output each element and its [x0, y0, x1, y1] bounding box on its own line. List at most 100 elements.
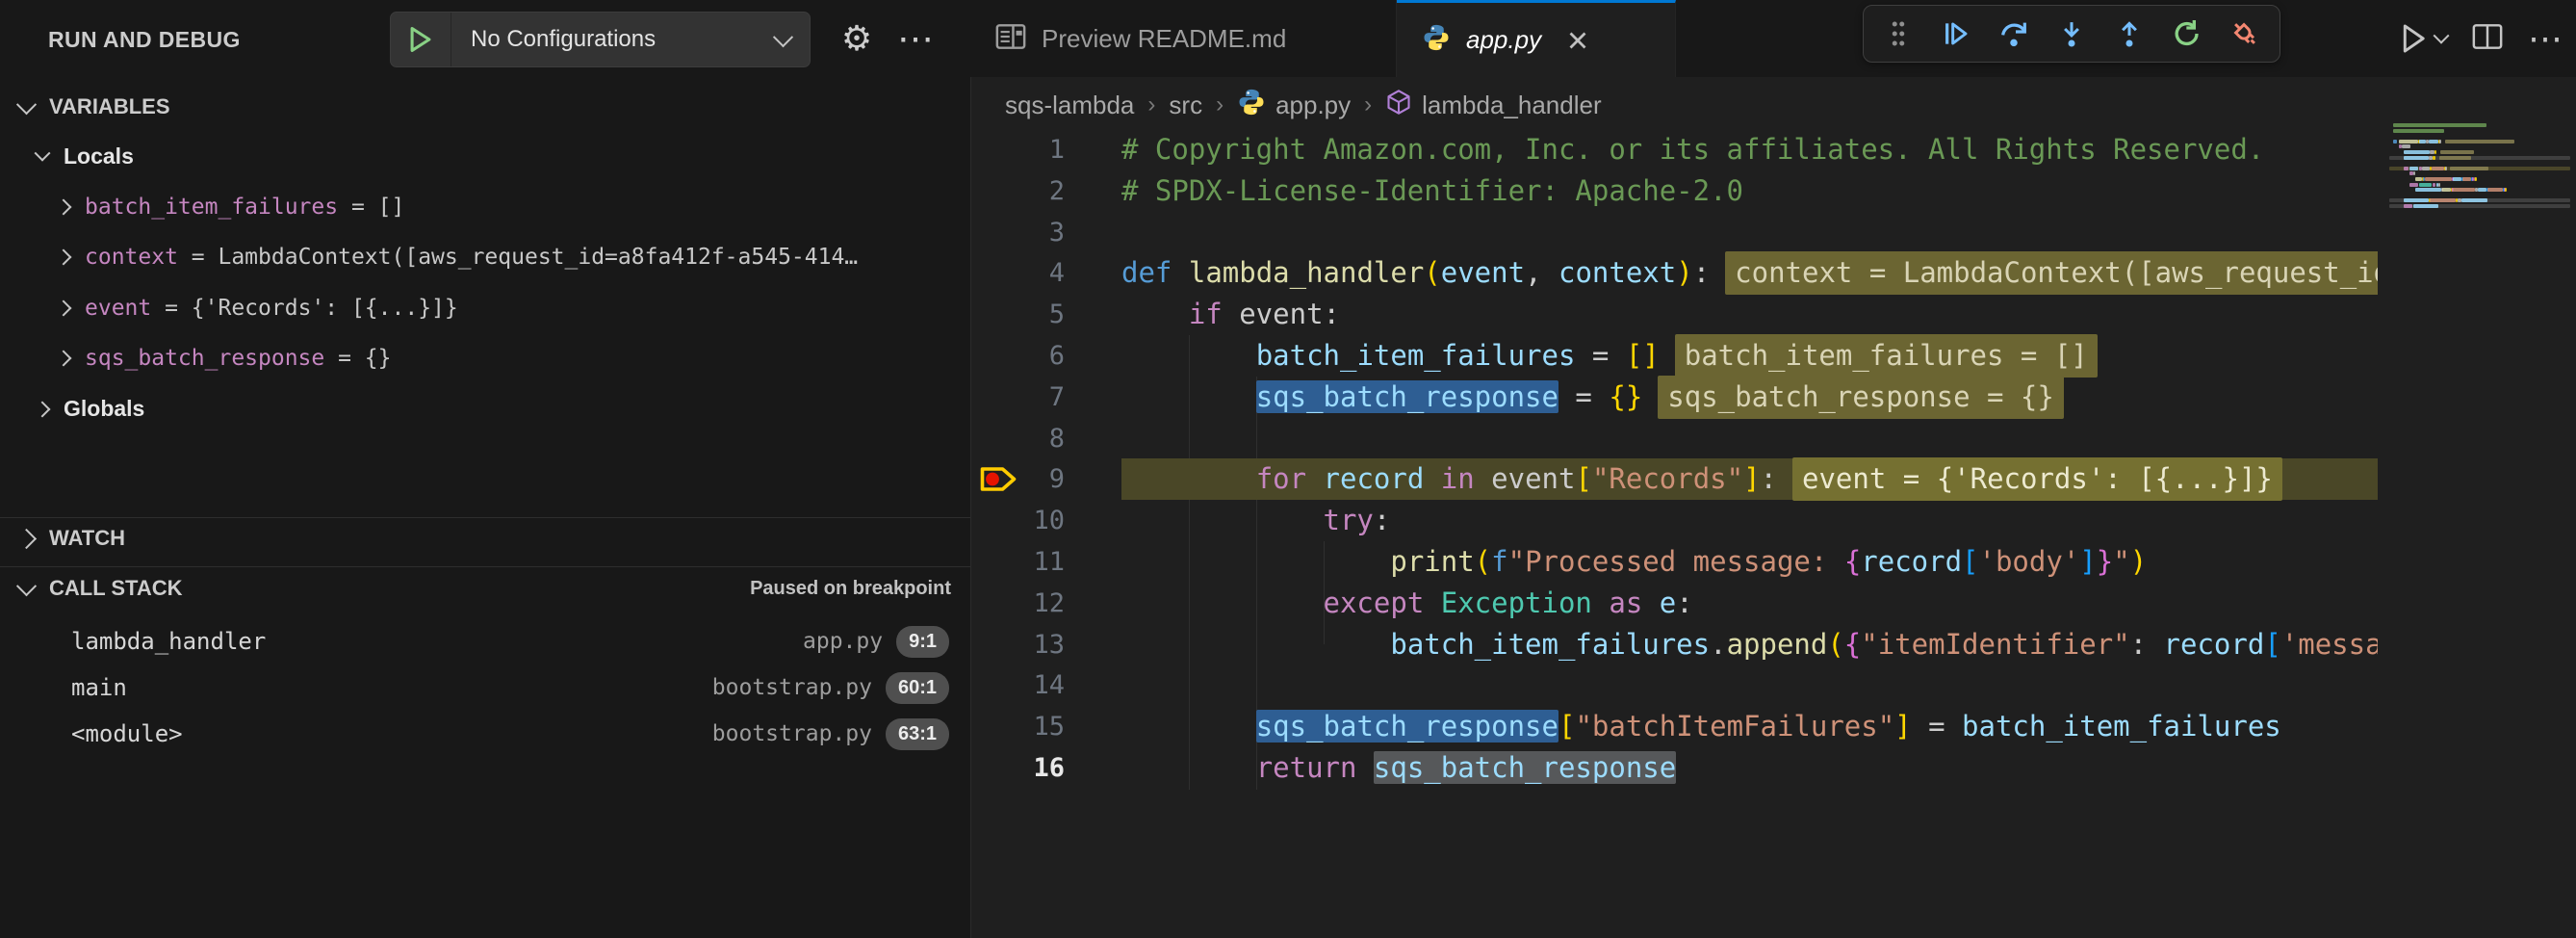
- code-line-13[interactable]: 13 batch_item_failures.append({"itemIden…: [970, 624, 2378, 665]
- line-number: 7: [970, 377, 1065, 418]
- code-line-16[interactable]: 16 return sqs_batch_response: [970, 747, 2378, 789]
- code-text: print(f"Processed message: {record['body…: [1121, 541, 2147, 583]
- more-actions-icon[interactable]: ⋯: [2528, 18, 2563, 59]
- code-line-7[interactable]: 7 sqs_batch_response = {} sqs_batch_respo…: [970, 377, 2378, 418]
- chevron-down-icon: [35, 145, 51, 162]
- chevron-right-icon: [56, 198, 72, 215]
- code-line-10[interactable]: 10 try:: [970, 500, 2378, 541]
- line-number: 10: [970, 500, 1065, 541]
- minimap-line: [2389, 167, 2572, 170]
- code-text: def lambda_handler(event, context):: [1121, 252, 1710, 294]
- line-number: 1: [970, 129, 1065, 170]
- equals: =: [338, 195, 378, 220]
- code-line-14[interactable]: 14: [970, 664, 2378, 706]
- frame-name: main: [71, 674, 127, 701]
- code-text: sqs_batch_response["batchItemFailures"] …: [1121, 706, 2281, 747]
- run-python-file-button[interactable]: [2399, 23, 2447, 54]
- minimap-line: [2389, 156, 2572, 160]
- code-text: for record in event["Records"]:: [1121, 458, 1777, 500]
- code-line-2[interactable]: 2# SPDX-License-Identifier: Apache-2.0: [970, 170, 2378, 212]
- code-text: return sqs_batch_response: [1121, 747, 1676, 789]
- vscode-window: RUN AND DEBUG No Configurations ⚙ ⋯ VARI…: [0, 0, 2576, 938]
- line-number: 3: [970, 212, 1065, 253]
- code-line-6[interactable]: 6 batch_item_failures = []batch_item_fai…: [970, 335, 2378, 377]
- inline-debug-value: sqs_batch_response = {}: [1658, 376, 2064, 419]
- variable-value: LambdaContext([aws_request_id=a8fa412f-a…: [218, 245, 858, 270]
- code-line-9[interactable]: 9 for record in event["Records"]:event =…: [970, 458, 2378, 500]
- minimap-line: [2389, 161, 2572, 165]
- minimap-line: [2389, 134, 2572, 138]
- ellipsis-icon[interactable]: ⋯: [893, 15, 940, 62]
- variable-value: {}: [365, 346, 392, 371]
- code-line-5[interactable]: 5 if event:: [970, 294, 2378, 335]
- minimap-line: [2389, 123, 2572, 127]
- equals: =: [324, 346, 365, 371]
- variable-name: batch_item_failures: [85, 195, 338, 220]
- line-number: 5: [970, 294, 1065, 335]
- line-number: 8: [970, 418, 1065, 459]
- code-line-11[interactable]: 11 print(f"Processed message: {record['b…: [970, 541, 2378, 583]
- minimap-line: [2389, 171, 2572, 175]
- code-text: # SPDX-License-Identifier: Apache-2.0: [1121, 170, 1743, 212]
- variable-row-batch_item_failures[interactable]: batch_item_failures = []: [0, 184, 1028, 230]
- code-editor[interactable]: 1 # Copyright Amazon.com, Inc. or its aff…: [970, 0, 2378, 938]
- line-number: 13: [970, 624, 1065, 665]
- debug-status-text: Paused on breakpoint: [750, 578, 951, 600]
- chevron-down-icon: [2434, 28, 2450, 44]
- code-text: except Exception as e:: [1121, 583, 1693, 624]
- chevron-down-icon: [757, 33, 810, 47]
- variable-row-context[interactable]: context = LambdaContext([aws_request_id=…: [0, 234, 1028, 280]
- gear-icon[interactable]: ⚙: [834, 15, 880, 62]
- code-line-12[interactable]: 12 except Exception as e:: [970, 583, 2378, 624]
- variable-value: {'Records': [{...}]}: [192, 296, 458, 321]
- editor-actions: ⋯: [2399, 0, 2563, 77]
- minimap[interactable]: [2389, 119, 2572, 235]
- call-stack-section-header[interactable]: CALL STACK Paused on breakpoint: [0, 568, 970, 609]
- code-text: sqs_batch_response = {}: [1121, 377, 1642, 418]
- code-line-15[interactable]: 15 sqs_batch_response["batchItemFailures…: [970, 706, 2378, 747]
- variable-name: sqs_batch_response: [85, 346, 324, 371]
- group-label: Locals: [64, 143, 134, 169]
- chevron-right-icon: [35, 401, 51, 417]
- stack-frame-module[interactable]: <module>bootstrap.py63:1: [0, 712, 970, 756]
- launch-config-dropdown[interactable]: No Configurations: [390, 12, 811, 67]
- frame-name: <module>: [71, 720, 183, 747]
- minimap-line: [2389, 194, 2572, 197]
- variable-row-sqs_batch_response[interactable]: sqs_batch_response = {}: [0, 335, 1028, 381]
- split-editor-icon[interactable]: [2472, 22, 2503, 56]
- variable-name: context: [85, 245, 178, 270]
- minimap-line: [2389, 198, 2572, 202]
- stack-frame-lambda_handler[interactable]: lambda_handlerapp.py9:1: [0, 619, 970, 664]
- variables-group-locals[interactable]: Locals: [0, 133, 1007, 179]
- line-number: 4: [970, 252, 1065, 294]
- code-line-4[interactable]: 4def lambda_handler(event, context):cont…: [970, 252, 2378, 294]
- code-text: # Copyright Amazon.com, Inc. or its affi…: [1121, 129, 2264, 170]
- line-number: 6: [970, 335, 1065, 377]
- chevron-right-icon: [56, 351, 72, 367]
- frame-position-badge: 60:1: [886, 672, 949, 704]
- code-text: if event:: [1121, 294, 1340, 335]
- minimap-line: [2389, 129, 2572, 133]
- code-line-8[interactable]: 8: [970, 418, 2378, 459]
- launch-config-label: No Configurations: [451, 26, 757, 53]
- variable-row-event[interactable]: event = {'Records': [{...}]}: [0, 285, 1028, 331]
- minimap-line: [2389, 183, 2572, 187]
- sidebar-title: RUN AND DEBUG: [48, 27, 241, 53]
- watch-section-header[interactable]: WATCH: [0, 518, 970, 559]
- variables-section-header[interactable]: VARIABLES: [0, 87, 970, 127]
- stack-frame-main[interactable]: mainbootstrap.py60:1: [0, 665, 970, 710]
- start-debug-icon[interactable]: [391, 13, 451, 66]
- code-line-3[interactable]: 3: [970, 212, 2378, 253]
- minimap-line: [2389, 140, 2572, 143]
- code-line-1[interactable]: 1 # Copyright Amazon.com, Inc. or its aff…: [970, 129, 2378, 170]
- chevron-right-icon: [56, 300, 72, 316]
- variable-value: []: [378, 195, 405, 220]
- line-number: 16: [970, 747, 1065, 789]
- chevron-right-icon: [16, 528, 37, 548]
- sidebar-header: RUN AND DEBUG No Configurations ⚙ ⋯: [0, 0, 970, 77]
- variables-group-globals[interactable]: Globals: [0, 386, 1007, 432]
- group-label: Globals: [64, 396, 144, 422]
- line-number: 11: [970, 541, 1065, 583]
- frame-file: app.py: [803, 629, 883, 654]
- line-number: 12: [970, 583, 1065, 624]
